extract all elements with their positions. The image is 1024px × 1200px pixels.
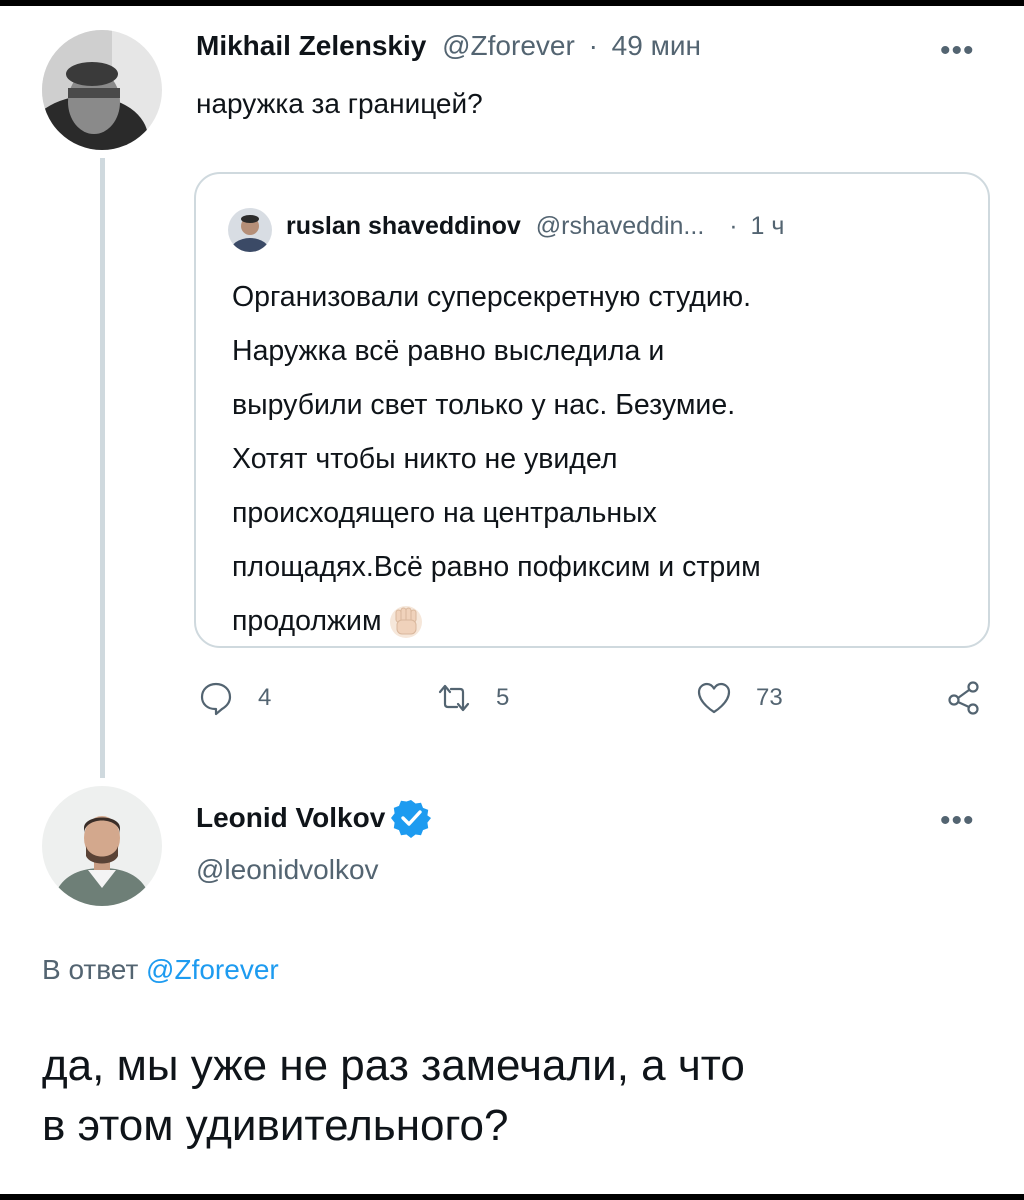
avatar-ruslan-image (228, 208, 272, 252)
tweet1-text: наружка за границей? (196, 88, 483, 119)
tweet2-author-name[interactable]: Leonid Volkov (196, 802, 385, 834)
retweet-icon (438, 684, 470, 712)
tweet2-header: Leonid Volkov (196, 798, 432, 838)
tweet1-header: Mikhail Zelenskiy @Zforever · 49 мин (196, 30, 701, 62)
avatar-ruslan[interactable] (228, 208, 272, 252)
quote-author-name[interactable]: ruslan shaveddinov (286, 212, 521, 240)
quote-time[interactable]: 1 ч (751, 212, 785, 240)
like-button[interactable]: 73 (694, 678, 783, 718)
avatar-mikhail-image (42, 30, 162, 150)
quote-text: Организовали суперсекретную студию. Нару… (232, 281, 761, 637)
reply-context: В ответ @Zforever (42, 954, 279, 986)
tweet2-more-icon[interactable]: ••• (940, 806, 975, 836)
tweet1-time[interactable]: 49 мин (612, 30, 701, 61)
reply-icon (200, 682, 232, 716)
reply-button[interactable]: 4 (196, 678, 271, 718)
quote-text-block: Организовали суперсекретную студию. Нару… (232, 270, 761, 648)
verified-badge-icon (391, 800, 432, 838)
reply-prefix: В ответ (42, 954, 139, 985)
reply-to-link[interactable]: @Zforever (146, 954, 279, 985)
reply-count: 4 (258, 684, 272, 711)
share-button[interactable] (944, 678, 984, 718)
heart-icon (697, 682, 731, 714)
tweet2-text: да, мы уже не раз замечали, а что в этом… (42, 1041, 745, 1150)
raised-fist-icon (384, 600, 428, 640)
avatar-leonid[interactable] (42, 786, 162, 906)
retweet-count: 5 (496, 684, 510, 711)
tweet1-more-icon[interactable]: ••• (940, 36, 975, 66)
share-icon (948, 681, 979, 715)
quote-header: ruslan shaveddinov @rshaveddin... · 1 ч (286, 212, 784, 241)
tweet-thread: Mikhail Zelenskiy @Zforever · 49 мин •••… (0, 6, 1024, 1194)
quote-separator: · (729, 212, 738, 240)
like-count: 73 (756, 684, 783, 711)
tweet1-handle[interactable]: @Zforever (442, 30, 575, 61)
avatar-leonid-image (42, 786, 162, 906)
avatar-mikhail[interactable] (42, 30, 162, 150)
retweet-button[interactable]: 5 (434, 678, 509, 718)
tweet2-handle[interactable]: @leonidvolkov (196, 854, 379, 886)
tweet1-author-name[interactable]: Mikhail Zelenskiy (196, 30, 426, 61)
tweet1-separator: · (588, 30, 598, 61)
thread-connector (100, 158, 105, 778)
quoted-tweet-card[interactable]: ruslan shaveddinov @rshaveddin... · 1 ч … (194, 172, 990, 648)
quote-handle[interactable]: @rshaveddin... (536, 212, 705, 240)
